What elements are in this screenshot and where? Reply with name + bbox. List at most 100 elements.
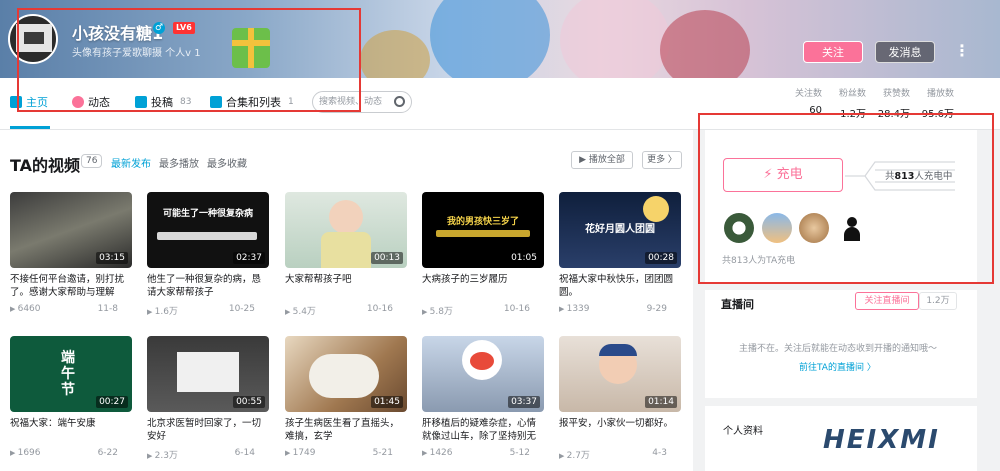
charge-button[interactable]: ⚡ 充电 <box>723 158 843 192</box>
video-title[interactable]: 报平安，小家伙一切都好。 <box>559 417 681 443</box>
video-card[interactable]: 端午节 00:27 祝福大家：端午安康 1696 6-22 <box>10 336 132 458</box>
video-title[interactable]: 大家帮帮孩子吧 <box>285 273 407 299</box>
user-signature: 头像有孩子爱歌聊摄 个人ⅴ 1 <box>72 48 201 59</box>
stat-value: 28.4万 <box>877 109 910 120</box>
video-title[interactable]: 祝福大家中秋快乐，团团圆圆。 <box>559 273 681 299</box>
banner-art <box>360 30 430 78</box>
banner-art <box>660 10 750 78</box>
stat-likes: 获赞数 28.4万 <box>876 86 910 120</box>
video-thumbnail[interactable]: 00:13 <box>285 192 407 268</box>
video-card[interactable]: 00:13 大家帮帮孩子吧 5.4万 10-16 <box>285 192 407 317</box>
go-to-live-link[interactable]: 前往TA的直播间 〉 <box>799 360 876 373</box>
video-thumbnail[interactable]: 我的男孩快三岁了 01:05 <box>422 192 544 268</box>
stat-value: 60 <box>809 105 822 116</box>
tab-label: 投稿 <box>151 96 173 109</box>
tab-collections[interactable]: 合集和列表 1 <box>210 94 294 110</box>
more-options-icon[interactable]: ⋮ <box>954 43 970 59</box>
thumbnail-caption: 我的男孩快三岁了 <box>446 217 519 227</box>
avatar[interactable] <box>8 14 58 64</box>
charger-avatar[interactable] <box>724 213 754 243</box>
video-duration: 01:14 <box>645 396 677 408</box>
mascot-mouth-art <box>470 352 494 370</box>
video-title[interactable]: 大病孩子的三岁履历 <box>422 273 544 299</box>
user-stats: 关注数 60 粉丝数 1.2万 获赞数 28.4万 播放数 95.6万 <box>788 86 954 120</box>
video-duration: 00:13 <box>371 252 403 264</box>
video-icon <box>135 96 147 108</box>
play-count: 1339 <box>559 304 590 314</box>
sort-latest[interactable]: 最新发布 <box>111 155 151 170</box>
message-button[interactable]: 发消息 <box>875 41 935 63</box>
video-thumbnail[interactable]: 可能生了一种很复杂病 02:37 <box>147 192 269 268</box>
personal-info-title: 个人资料 <box>723 426 763 437</box>
video-card[interactable]: 01:45 孩子生病医生看了直摇头，难搞，玄学 1749 5-21 <box>285 336 407 458</box>
video-thumbnail[interactable]: 花好月圆人团圆 00:28 <box>559 192 681 268</box>
publish-date: 6-14 <box>234 448 255 458</box>
play-all-button[interactable]: ▶ 播放全部 <box>571 151 633 169</box>
charger-avatar[interactable] <box>799 213 829 243</box>
thumbnail-caption: 可能生了一种很复杂病 <box>162 209 253 219</box>
tab-label: 主页 <box>26 96 48 109</box>
play-count: 1426 <box>422 448 453 458</box>
stat-plays: 播放数 95.6万 <box>920 86 954 120</box>
more-videos-button[interactable]: 更多 〉 <box>642 151 682 169</box>
watermark-logo: HEIXMI <box>823 425 940 455</box>
moon-art <box>643 196 669 222</box>
play-count: 1749 <box>285 448 316 458</box>
live-follower-count: 1.2万 <box>919 292 957 310</box>
video-title[interactable]: 祝福大家：端午安康 <box>10 417 132 443</box>
stat-fans[interactable]: 粉丝数 1.2万 <box>832 86 866 120</box>
video-card[interactable]: 花好月圆人团圆 00:28 祝福大家中秋快乐，团团圆圆。 1339 9-29 <box>559 192 681 314</box>
video-card[interactable]: 03:37 肝移植后的疑难杂症，心情就像过山车，除了坚持别无选择 1426 5-1… <box>422 336 544 458</box>
tab-uploads[interactable]: 投稿 83 <box>135 94 191 110</box>
charger-avatar[interactable] <box>762 213 792 243</box>
video-count-badge: 76 <box>81 154 103 168</box>
tab-label: 动态 <box>88 96 110 109</box>
video-thumbnail[interactable]: 00:55 <box>147 336 269 412</box>
charge-panel: ⚡ 充电 共813人充电中 共813人为TA充电 <box>705 130 977 282</box>
video-card[interactable]: 我的男孩快三岁了 01:05 大病孩子的三岁履历 5.8万 10-16 <box>422 192 544 317</box>
video-thumbnail[interactable]: 01:14 <box>559 336 681 412</box>
play-count: 5.4万 <box>285 304 316 317</box>
follow-live-button[interactable]: 关注直播间 <box>855 292 919 310</box>
video-title[interactable]: 不接任何平台邀请，别打扰了。感谢大家帮助与理解 <box>10 273 132 299</box>
stat-following[interactable]: 关注数 60 <box>788 86 822 120</box>
search-icon[interactable] <box>394 96 405 107</box>
tab-home[interactable]: 主页 <box>10 94 48 110</box>
video-thumbnail[interactable]: 01:45 <box>285 336 407 412</box>
search-input[interactable]: 搜索视频、动态 <box>312 91 412 113</box>
video-thumbnail[interactable]: 03:15 <box>10 192 132 268</box>
video-card[interactable]: 03:15 不接任何平台邀请，别打扰了。感谢大家帮助与理解 6460 11-8 <box>10 192 132 314</box>
publish-date: 6-22 <box>97 448 118 458</box>
silhouette-head-art <box>847 217 857 227</box>
video-card[interactable]: 01:14 报平安，小家伙一切都好。 2.7万 4-3 <box>559 336 681 461</box>
child-hat-art <box>599 344 637 356</box>
video-thumbnail[interactable]: 03:37 <box>422 336 544 412</box>
gender-icon: ♂ <box>153 22 165 34</box>
collection-icon <box>210 96 222 108</box>
username: 小孩没有糖1 <box>72 24 164 43</box>
video-duration: 00:27 <box>96 396 128 408</box>
play-count: 6460 <box>10 304 41 314</box>
video-title[interactable]: 他生了一种很复杂的病，恳请大家帮帮孩子 <box>147 273 269 299</box>
charge-prefix: 共 <box>885 171 895 182</box>
live-room-panel: 直播间 关注直播间 1.2万 主播不在。关注后就能在动态收到开播的通知哦～ 前往… <box>705 290 977 398</box>
video-card[interactable]: 可能生了一种很复杂病 02:37 他生了一种很复杂的病，恳请大家帮帮孩子 1.6… <box>147 192 269 317</box>
sort-most-favorited[interactable]: 最多收藏 <box>207 155 247 170</box>
video-title[interactable]: 孩子生病医生看了直摇头，难搞，玄学 <box>285 417 407 443</box>
sort-most-played[interactable]: 最多播放 <box>159 155 199 170</box>
video-title[interactable]: 肝移植后的疑难杂症，心情就像过山车，除了坚持别无选择 <box>422 417 544 443</box>
video-duration: 00:55 <box>233 396 265 408</box>
play-count: 1.6万 <box>147 304 178 317</box>
charger-avatar[interactable] <box>837 213 867 243</box>
charge-button-label: 充电 <box>776 167 803 182</box>
tab-dynamics[interactable]: 动态 <box>72 94 110 110</box>
follow-button[interactable]: 关注 <box>803 41 863 63</box>
level-badge: LV6 <box>173 22 195 34</box>
play-count: 1696 <box>10 448 41 458</box>
video-duration: 00:28 <box>645 252 677 264</box>
publish-date: 9-29 <box>646 304 667 314</box>
profile-nav: 主页 动态 投稿 83 合集和列表 1 搜索视频、动态 关注数 60 粉丝数 1.2… <box>0 78 1000 130</box>
video-thumbnail[interactable]: 端午节 00:27 <box>10 336 132 412</box>
video-title[interactable]: 北京求医暂时回家了，一切安好 <box>147 417 269 443</box>
video-card[interactable]: 00:55 北京求医暂时回家了，一切安好 2.3万 6-14 <box>147 336 269 461</box>
